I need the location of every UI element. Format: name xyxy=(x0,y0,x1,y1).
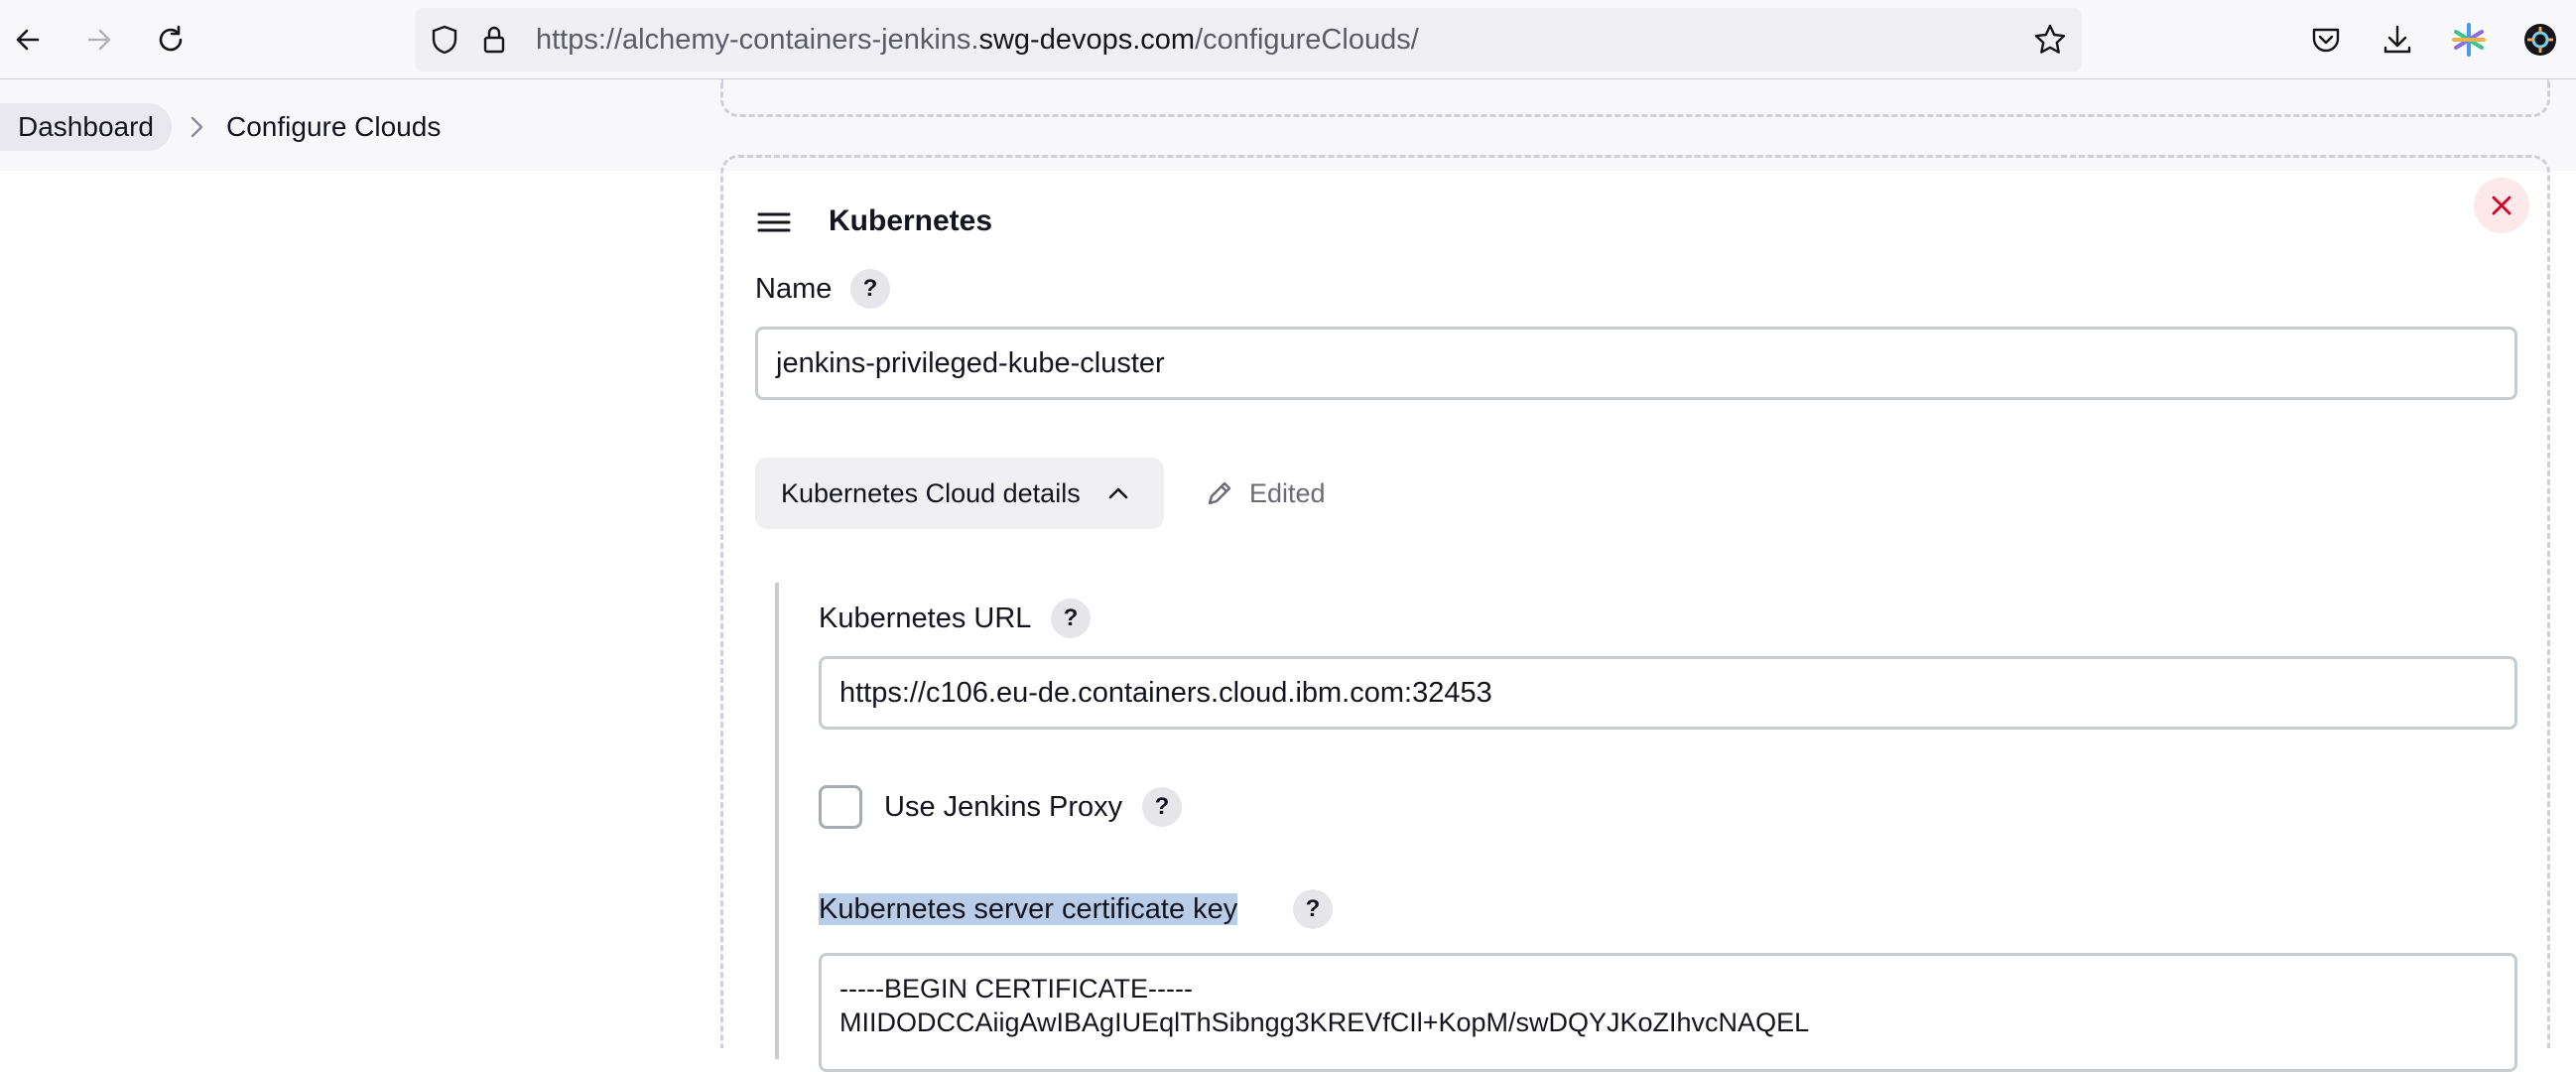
cloud-title: Kubernetes xyxy=(829,204,993,237)
url-host: swg-devops.com xyxy=(978,24,1196,56)
selected-text-highlight: Kubernetes server certificate key xyxy=(819,893,1238,925)
server-certificate-key-label: Kubernetes server certificate key xyxy=(819,879,1238,939)
name-help-button[interactable]: ? xyxy=(850,269,890,309)
address-bar[interactable]: https://alchemy-containers-jenkins.swg-d… xyxy=(415,8,2082,71)
use-jenkins-proxy-help-button[interactable]: ? xyxy=(1142,787,1182,827)
nested-section-border xyxy=(775,583,779,1059)
delete-cloud-button[interactable] xyxy=(2474,178,2529,233)
use-jenkins-proxy-label[interactable]: Use Jenkins Proxy xyxy=(884,777,1122,837)
reload-icon[interactable] xyxy=(149,18,193,62)
cloud-details-label: Kubernetes Cloud details xyxy=(781,478,1081,508)
chevron-up-icon xyxy=(1108,487,1128,499)
back-arrow-icon[interactable] xyxy=(6,18,50,62)
url-prefix: https://alchemy-containers-jenkins. xyxy=(536,24,979,56)
name-input[interactable]: jenkins-privileged-kube-cluster xyxy=(755,327,2517,400)
bookmark-star-icon[interactable] xyxy=(2032,22,2068,58)
forward-arrow-icon[interactable] xyxy=(77,18,121,62)
url-path: /configureClouds/ xyxy=(1195,24,1419,56)
use-jenkins-proxy-checkbox[interactable] xyxy=(819,785,862,829)
server-certificate-key-help-button[interactable]: ? xyxy=(1293,889,1333,929)
edited-label: Edited xyxy=(1249,478,1326,508)
certificate-line: MIIDODCCAiigAwIBAgIUEqlThSibngg3KREVfCIl… xyxy=(839,1007,1810,1037)
certificate-line: -----BEGIN CERTIFICATE----- xyxy=(839,974,1193,1004)
name-label: Name xyxy=(755,273,833,305)
extension-sparkle-icon[interactable] xyxy=(2449,20,2489,60)
breadcrumb-dashboard[interactable]: Dashboard xyxy=(0,103,172,151)
lock-icon[interactable] xyxy=(476,22,512,58)
server-certificate-key-textarea[interactable]: -----BEGIN CERTIFICATE----- MIIDODCCAiigA… xyxy=(819,953,2517,1072)
shield-icon[interactable] xyxy=(427,22,462,58)
drag-handle-icon[interactable] xyxy=(757,207,791,237)
breadcrumb-configure-clouds[interactable]: Configure Clouds xyxy=(226,103,441,151)
profile-avatar-icon[interactable] xyxy=(2520,20,2560,60)
kubernetes-url-input[interactable]: https://c106.eu-de.containers.cloud.ibm.… xyxy=(819,656,2517,730)
kubernetes-url-label: Kubernetes URL xyxy=(819,603,1032,634)
close-icon xyxy=(2492,196,2512,215)
pencil-icon xyxy=(1208,481,1231,505)
kubernetes-url-help-button[interactable]: ? xyxy=(1051,599,1091,638)
kubernetes-cloud-card: Kubernetes Name ? jenkins-privileged-kub… xyxy=(720,155,2550,1072)
previous-cloud-card-edge xyxy=(720,79,2550,117)
chevron-right-icon xyxy=(179,109,214,145)
browser-toolbar: https://alchemy-containers-jenkins.swg-d… xyxy=(0,0,2576,79)
url-text[interactable]: https://alchemy-containers-jenkins.swg-d… xyxy=(536,8,1419,71)
download-icon[interactable] xyxy=(2378,20,2417,60)
cloud-details-toggle-button[interactable]: Kubernetes Cloud details xyxy=(755,458,1164,529)
pocket-icon[interactable] xyxy=(2306,20,2346,60)
